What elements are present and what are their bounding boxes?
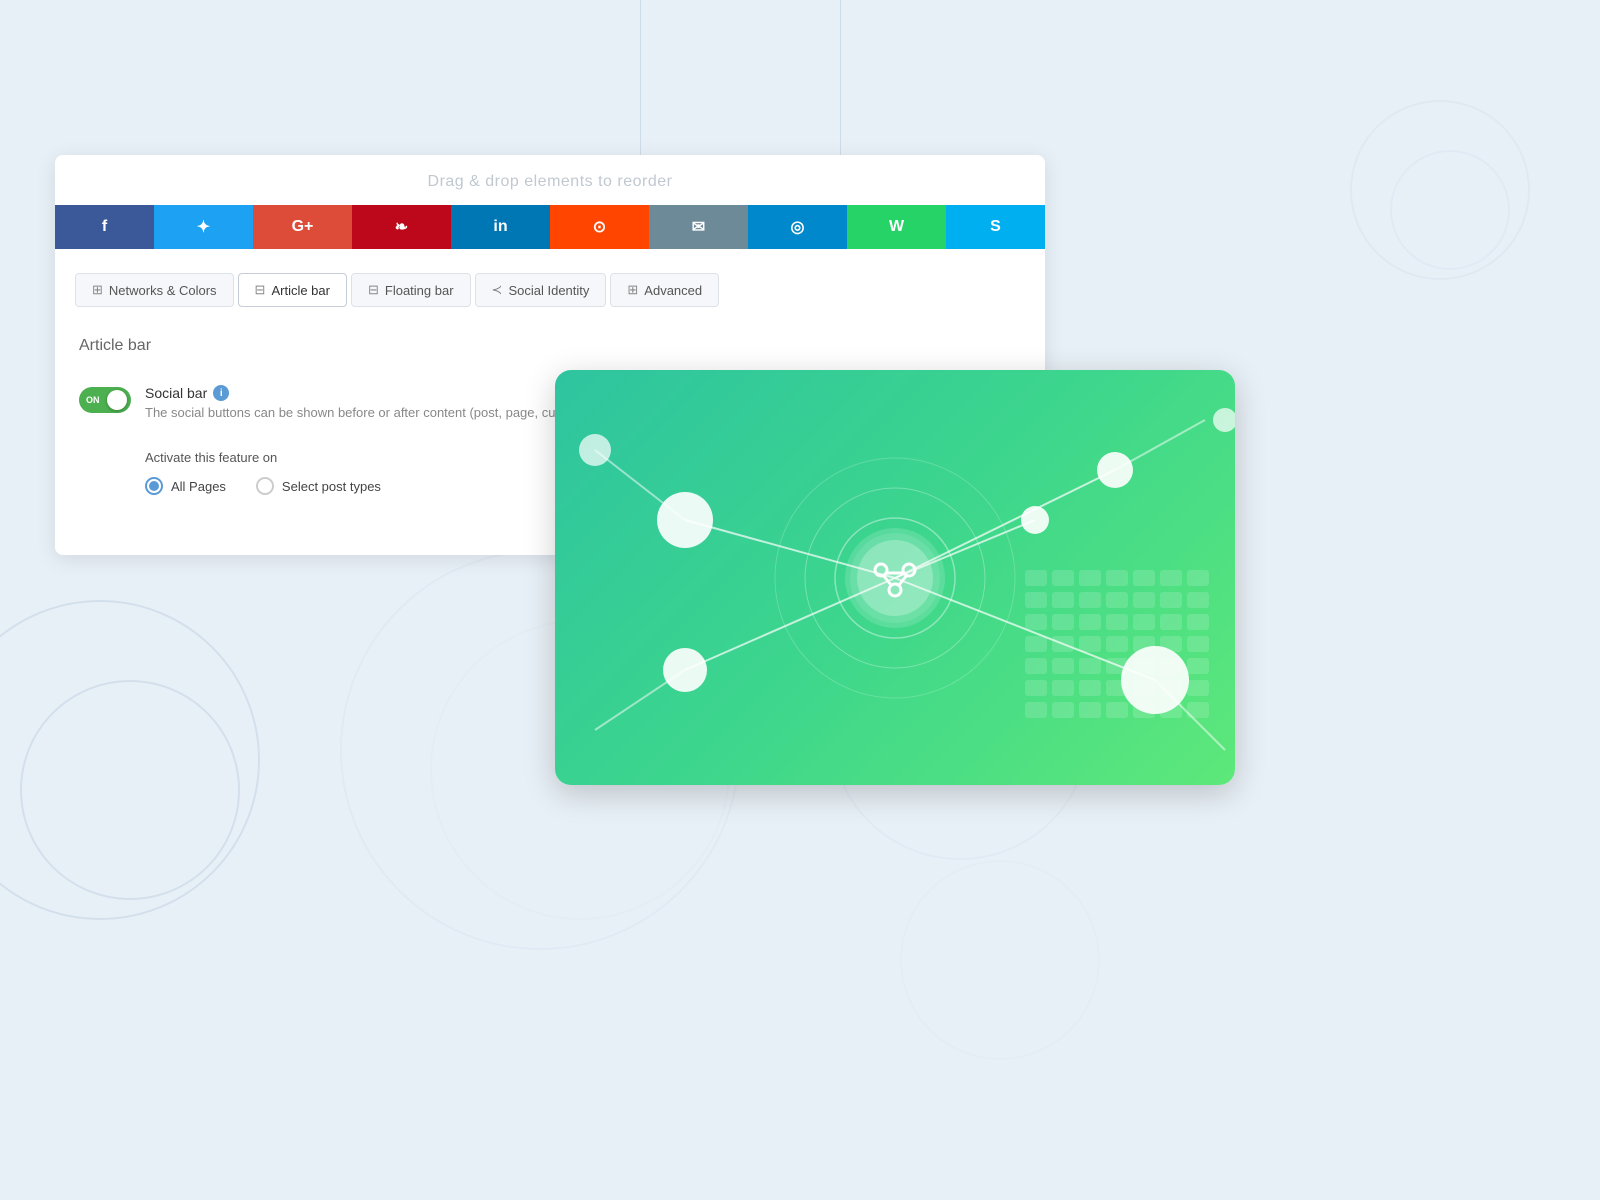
whatsapp-icon: W	[889, 218, 904, 236]
networks-colors-tab-icon: ⊞	[92, 282, 103, 298]
social-bar-label-text: Social bar	[145, 385, 207, 401]
telegram-btn[interactable]: ◎	[748, 205, 847, 249]
advanced-tab-icon: ⊞	[627, 282, 638, 298]
reddit-icon: ⊙	[593, 217, 606, 237]
skype-icon: S	[990, 218, 1001, 236]
email-btn[interactable]: ✉	[649, 205, 748, 249]
tab-networks-colors[interactable]: ⊞ Networks & Colors	[75, 273, 234, 307]
facebook-btn[interactable]: f	[55, 205, 154, 249]
email-icon: ✉	[692, 217, 705, 237]
floating-bar-tab-icon: ⊟	[368, 282, 379, 298]
network-visualization	[555, 370, 1235, 785]
tab-floating-bar[interactable]: ⊟ Floating bar	[351, 273, 471, 307]
whatsapp-btn[interactable]: W	[847, 205, 946, 249]
google-plus-btn[interactable]: G+	[253, 205, 352, 249]
twitter-btn[interactable]: ✦	[154, 205, 253, 249]
social-identity-tab-icon: ≺	[492, 282, 503, 298]
google-plus-icon: G+	[292, 218, 314, 236]
facebook-icon: f	[102, 218, 107, 236]
drag-drop-header: Drag & drop elements to reorder	[55, 155, 1045, 205]
section-title: Article bar	[79, 337, 1021, 355]
tabs-container: ⊞ Networks & Colors ⊟ Article bar ⊟ Floa…	[55, 249, 1045, 307]
toggle-on-label: ON	[86, 395, 100, 405]
toggle-knob	[107, 390, 127, 410]
linkedin-icon: in	[493, 218, 507, 236]
pinterest-icon: ❧	[395, 217, 408, 237]
tab-social-identity[interactable]: ≺ Social Identity	[475, 273, 607, 307]
social-network-bar: f ✦ G+ ❧ in ⊙ ✉ ◎ W S	[55, 205, 1045, 249]
radio-select-post-types-label: Select post types	[282, 479, 381, 494]
radio-select-post-types[interactable]: Select post types	[256, 477, 381, 495]
pinterest-btn[interactable]: ❧	[352, 205, 451, 249]
article-bar-tab-icon: ⊟	[255, 282, 266, 298]
toggle-track[interactable]: ON	[79, 387, 131, 413]
radio-select-post-types-outer	[256, 477, 274, 495]
linkedin-btn[interactable]: in	[451, 205, 550, 249]
radio-all-pages[interactable]: All Pages	[145, 477, 226, 495]
twitter-icon: ✦	[197, 217, 210, 237]
radio-all-pages-inner	[149, 481, 159, 491]
tab-article-bar[interactable]: ⊟ Article bar	[238, 273, 347, 307]
radio-all-pages-outer	[145, 477, 163, 495]
social-identity-tab-label: Social Identity	[508, 283, 589, 298]
advanced-tab-label: Advanced	[644, 283, 702, 298]
tab-advanced[interactable]: ⊞ Advanced	[610, 273, 719, 307]
green-card	[555, 370, 1235, 785]
green-card-inner	[555, 370, 1235, 785]
info-icon[interactable]: i	[213, 385, 229, 401]
radio-all-pages-label: All Pages	[171, 479, 226, 494]
social-bar-toggle[interactable]: ON	[79, 387, 131, 413]
article-bar-tab-label: Article bar	[271, 283, 330, 298]
floating-bar-tab-label: Floating bar	[385, 283, 454, 298]
networks-colors-tab-label: Networks & Colors	[109, 283, 217, 298]
skype-btn[interactable]: S	[946, 205, 1045, 249]
reddit-btn[interactable]: ⊙	[550, 205, 649, 249]
telegram-icon: ◎	[791, 217, 805, 237]
